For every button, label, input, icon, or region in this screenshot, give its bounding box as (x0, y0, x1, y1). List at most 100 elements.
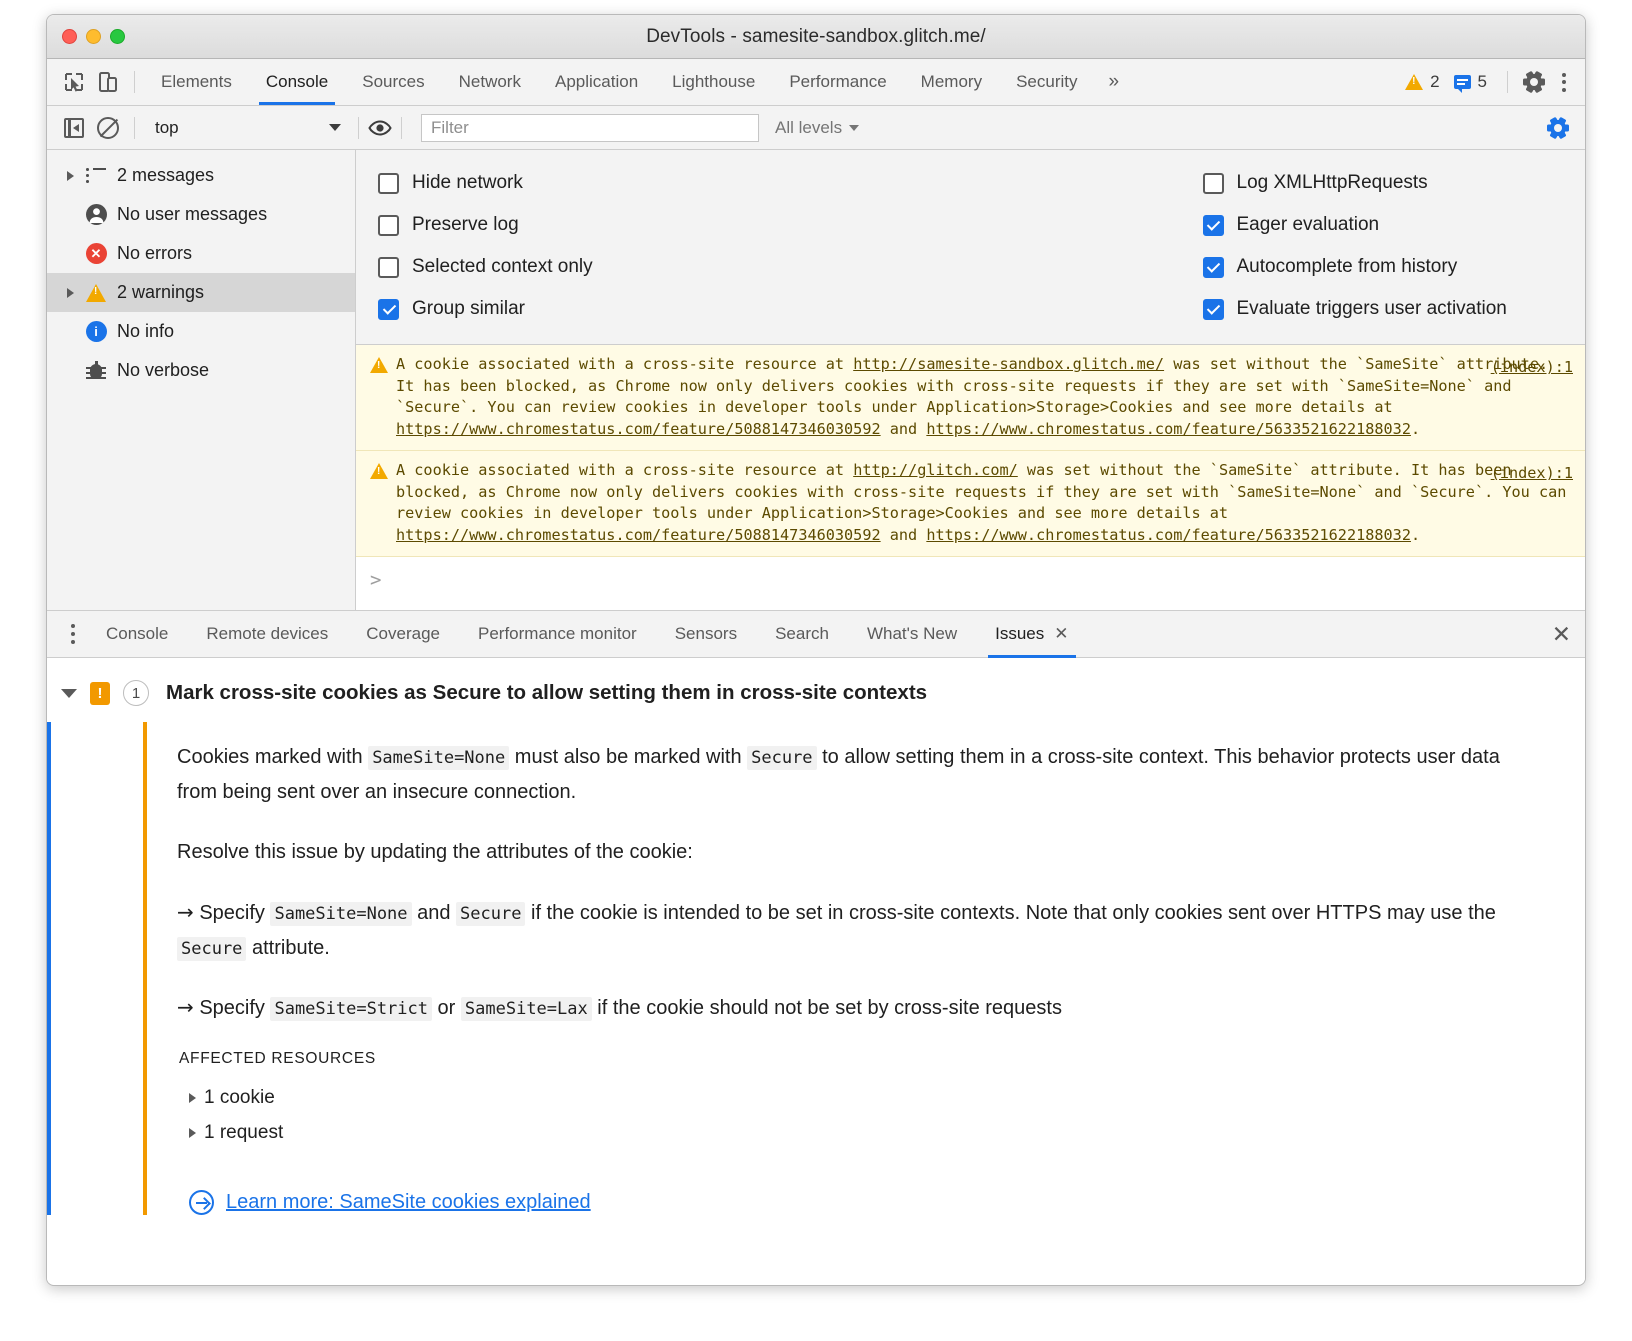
sidebar-item-errors[interactable]: ✕ No errors (47, 234, 355, 273)
message-link-feature-2[interactable]: https://www.chromestatus.com/feature/563… (926, 420, 1411, 438)
affected-resource-cookie[interactable]: 1 cookie (177, 1080, 1585, 1115)
text-fragment: attribute. (246, 937, 329, 959)
clear-console-icon[interactable] (91, 111, 125, 145)
issue-counters[interactable]: 2 5 (1405, 72, 1494, 92)
main-menu-icon[interactable] (1551, 73, 1577, 92)
drawer-tab-search[interactable]: Search (756, 611, 848, 658)
sidebar-item-label: No info (113, 321, 174, 342)
tab-security[interactable]: Security (999, 59, 1094, 105)
message-link-origin[interactable]: http://samesite-sandbox.glitch.me/ (853, 355, 1164, 373)
tab-application[interactable]: Application (538, 59, 655, 105)
tab-sources[interactable]: Sources (345, 59, 441, 105)
drawer-tab-sensors[interactable]: Sensors (656, 611, 756, 658)
prompt-arrow-icon: > (370, 569, 381, 591)
sidebar-item-user-messages[interactable]: No user messages (47, 195, 355, 234)
drawer-tab-coverage[interactable]: Coverage (347, 611, 459, 658)
console-filter-input[interactable] (421, 114, 759, 142)
checkbox-eager-evaluation[interactable]: Eager evaluation (1203, 204, 1586, 246)
message-source-link[interactable]: (index):1 (1491, 357, 1573, 379)
console-prompt[interactable]: > (356, 557, 1585, 610)
message-source-link[interactable]: (index):1 (1491, 463, 1573, 485)
tab-label: Sources (362, 72, 424, 92)
expand-triangle-icon[interactable] (189, 1093, 196, 1103)
message-link-origin[interactable]: http://glitch.com/ (853, 461, 1018, 479)
sidebar-item-warnings[interactable]: 2 warnings (47, 273, 355, 312)
tab-elements[interactable]: Elements (144, 59, 249, 105)
device-toolbar-icon[interactable] (91, 65, 125, 99)
console-body: 2 messages No user messages ✕ No errors (47, 150, 1585, 610)
live-expression-eye-icon[interactable] (368, 116, 392, 140)
sidebar-item-label: 2 warnings (113, 282, 204, 303)
tab-label: Lighthouse (672, 72, 755, 92)
checkbox-autocomplete-from-history[interactable]: Autocomplete from history (1203, 246, 1586, 288)
sidebar-item-info[interactable]: i No info (47, 312, 355, 351)
warning-triangle-icon (370, 354, 396, 440)
message-link-feature-2[interactable]: https://www.chromestatus.com/feature/563… (926, 526, 1411, 544)
checkbox-box[interactable] (378, 257, 399, 278)
learn-more-link[interactable]: Learn more: SameSite cookies explained (189, 1190, 1585, 1215)
console-sidebar-toggle-icon[interactable] (57, 111, 91, 145)
affected-resource-request[interactable]: 1 request (177, 1115, 1585, 1150)
text-fragment: Specify (194, 902, 271, 924)
message-conjunction: and (881, 526, 927, 544)
issue-warning-badge-icon: ! (90, 682, 110, 705)
code-samesite-strict: SameSite=Strict (270, 997, 432, 1021)
collapse-triangle-icon[interactable] (61, 689, 77, 698)
expand-triangle-icon[interactable] (61, 171, 79, 181)
checkbox-box[interactable] (1203, 257, 1224, 278)
console-settings-gear-icon[interactable] (1541, 111, 1575, 145)
drawer-tab-remote-devices[interactable]: Remote devices (187, 611, 347, 658)
checkbox-box[interactable] (378, 299, 399, 320)
drawer-tab-issues[interactable]: Issues ✕ (976, 611, 1087, 658)
checkbox-preserve-log[interactable]: Preserve log (378, 204, 971, 246)
tab-console[interactable]: Console (249, 59, 345, 105)
tab-lighthouse[interactable]: Lighthouse (655, 59, 772, 105)
console-warning-message[interactable]: A cookie associated with a cross-site re… (356, 451, 1585, 557)
error-icon: ✕ (79, 243, 113, 264)
message-count: 5 (1478, 72, 1487, 92)
close-tab-icon[interactable]: ✕ (1054, 624, 1068, 644)
drawer-tab-label: Console (106, 624, 168, 644)
checkbox-log-xmlhttprequests[interactable]: Log XMLHttpRequests (1203, 162, 1586, 204)
settings-gear-icon[interactable] (1517, 65, 1551, 99)
message-link-feature-1[interactable]: https://www.chromestatus.com/feature/508… (396, 526, 881, 544)
checkbox-box[interactable] (1203, 173, 1224, 194)
tab-label: Performance (789, 72, 886, 92)
issue-header[interactable]: ! 1 Mark cross-site cookies as Secure to… (47, 658, 1585, 722)
console-sidebar: 2 messages No user messages ✕ No errors (47, 150, 356, 610)
drawer-menu-icon[interactable] (59, 624, 87, 644)
sidebar-item-verbose[interactable]: No verbose (47, 351, 355, 390)
tab-performance[interactable]: Performance (772, 59, 903, 105)
checkbox-box[interactable] (1203, 299, 1224, 320)
checkbox-hide-network[interactable]: Hide network (378, 162, 971, 204)
checkbox-box[interactable] (1203, 215, 1224, 236)
expand-triangle-icon[interactable] (189, 1128, 196, 1138)
drawer-tab-performance-monitor[interactable]: Performance monitor (459, 611, 656, 658)
checkbox-group-similar[interactable]: Group similar (378, 288, 971, 330)
inspect-element-icon[interactable] (57, 65, 91, 99)
checkbox-selected-context-only[interactable]: Selected context only (378, 246, 971, 288)
drawer-tab-label: What's New (867, 624, 957, 644)
checkbox-label: Evaluate triggers user activation (1237, 298, 1507, 320)
close-drawer-icon[interactable]: ✕ (1552, 623, 1571, 646)
tab-label: Console (266, 72, 328, 92)
drawer-tab-console[interactable]: Console (87, 611, 187, 658)
tab-network[interactable]: Network (442, 59, 538, 105)
execution-context-selector[interactable]: top (144, 114, 349, 142)
learn-more-label: Learn more: SameSite cookies explained (226, 1191, 591, 1214)
tab-memory[interactable]: Memory (904, 59, 999, 105)
console-warning-message[interactable]: A cookie associated with a cross-site re… (356, 345, 1585, 451)
drawer-tab-whats-new[interactable]: What's New (848, 611, 976, 658)
message-link-feature-1[interactable]: https://www.chromestatus.com/feature/508… (396, 420, 881, 438)
checkbox-box[interactable] (378, 173, 399, 194)
drawer-tabbar: Console Remote devices Coverage Performa… (47, 610, 1585, 658)
message-conjunction: and (881, 420, 927, 438)
expand-triangle-icon[interactable] (61, 288, 79, 298)
message-suffix: . (1411, 420, 1420, 438)
text-fragment: must also be marked with (509, 746, 747, 768)
checkbox-evaluate-triggers-user-activation[interactable]: Evaluate triggers user activation (1203, 288, 1586, 330)
more-tabs-icon[interactable]: » (1095, 71, 1134, 93)
sidebar-item-messages[interactable]: 2 messages (47, 156, 355, 195)
checkbox-box[interactable] (378, 215, 399, 236)
log-level-selector[interactable]: All levels (775, 118, 859, 138)
